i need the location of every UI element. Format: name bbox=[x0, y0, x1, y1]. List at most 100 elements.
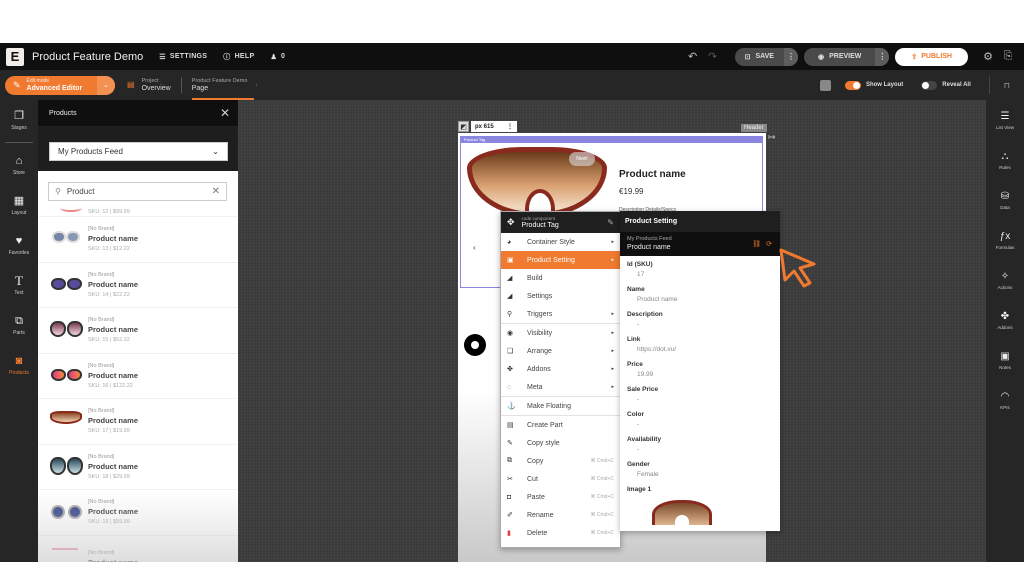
menu-item-triggers[interactable]: ⚲ Triggers ▸ bbox=[501, 305, 620, 323]
product-name: Product name bbox=[88, 325, 139, 335]
export-icon[interactable]: ⎘ bbox=[998, 50, 1018, 63]
resize-icon[interactable]: ◩ bbox=[458, 121, 469, 132]
rail-item-store[interactable]: ⌂ Store bbox=[0, 145, 38, 185]
account-settings-icon[interactable]: ⚙ bbox=[978, 50, 998, 63]
field-key: Sale Price bbox=[627, 386, 659, 393]
rail-item-text[interactable]: T Text bbox=[0, 265, 38, 305]
menu-item-copy-style[interactable]: ✎ Copy style bbox=[501, 434, 620, 452]
preview-button[interactable]: ◉ PREVIEW bbox=[804, 48, 875, 66]
exit-icon[interactable]: ↦ bbox=[768, 132, 776, 143]
save-more-button[interactable]: ⋮ bbox=[783, 47, 798, 66]
pointer-cursor-icon bbox=[779, 248, 816, 288]
lock-icon[interactable]: ⊓ bbox=[1004, 81, 1010, 90]
menu-item-label: Copy bbox=[527, 457, 544, 465]
menu-item-paste[interactable]: ◘ Paste ⌘ Cmd+C bbox=[501, 488, 620, 506]
color-swatch[interactable] bbox=[819, 79, 831, 91]
refresh-icon[interactable]: ⟳ bbox=[766, 240, 772, 248]
product-thumbnail bbox=[48, 227, 84, 251]
help-button[interactable]: ⓘ HELP bbox=[223, 52, 254, 62]
breadcrumb-project[interactable]: ▤ Project Overview bbox=[127, 77, 171, 93]
rail-item-rules[interactable]: ⛬ Rules bbox=[986, 140, 1024, 180]
menu-item-settings[interactable]: ◢ Settings bbox=[501, 287, 620, 305]
rail-item-favorites[interactable]: ♥ Favorites bbox=[0, 225, 38, 265]
rail-item-parts[interactable]: ⧉ Parts bbox=[0, 305, 38, 345]
rail-item-formulas[interactable]: ƒx Formulas bbox=[986, 220, 1024, 260]
preview-more-button[interactable]: ⋮ bbox=[875, 47, 890, 66]
rail-item-kpis[interactable]: ◠ KPIs bbox=[986, 380, 1024, 420]
carousel-prev-icon[interactable]: ‹ bbox=[473, 243, 476, 252]
rail-label: Text bbox=[14, 289, 24, 296]
list-item-partial[interactable]: SKU: 12 | $99.99 bbox=[38, 208, 238, 217]
rail-item-layout[interactable]: ▦ Layout bbox=[0, 185, 38, 225]
product-sku: SKU: 12 | $99.99 bbox=[88, 209, 130, 215]
menu-item-copy[interactable]: ⧉ Copy ⌘ Cmd+C bbox=[501, 452, 620, 470]
rail-label: Layout bbox=[11, 209, 27, 216]
menu-item-product-setting[interactable]: ▣ Product Setting ▸ bbox=[501, 251, 620, 269]
anchor-icon: ⚓ bbox=[507, 403, 516, 410]
rail-item-actions[interactable]: ✧ Actions bbox=[986, 260, 1024, 300]
undo-icon[interactable]: ↶ bbox=[683, 50, 703, 63]
rail-label: List View bbox=[996, 124, 1014, 130]
edit-mode-selector[interactable]: ✎ Edit mode Advanced Editor ⌄ bbox=[5, 75, 115, 95]
notes-icon: ▣ bbox=[1000, 350, 1010, 362]
settings-button[interactable]: ☰ SETTINGS bbox=[159, 53, 207, 61]
link-icon[interactable]: ⛓ bbox=[752, 240, 761, 248]
menu-item-addons[interactable]: ✤ Addons ▸ bbox=[501, 360, 620, 378]
reveal-all-toggle[interactable] bbox=[921, 80, 938, 90]
menu-item-label: Create Part bbox=[527, 421, 563, 429]
trash-icon: ▮ bbox=[507, 530, 511, 537]
feed-dropdown[interactable]: My Products Feed ⌄ bbox=[49, 142, 228, 161]
breadcrumb-page[interactable]: Product Feature Demo Page bbox=[191, 70, 254, 100]
field-key: Id (SKU) bbox=[627, 261, 653, 268]
rail-item-stages[interactable]: ❐ Stages bbox=[0, 100, 38, 140]
list-item[interactable]: [No Brand] Product name SKU: 16 | $122.22 bbox=[38, 354, 238, 399]
pencil-icon[interactable]: ✎ bbox=[607, 218, 614, 227]
menu-item-meta[interactable]: ◌ Meta ▸ bbox=[501, 378, 620, 396]
menu-item-make-floating[interactable]: ⚓ Make Floating bbox=[501, 397, 620, 415]
menu-item-visibility[interactable]: ◉ Visibility ▸ bbox=[501, 324, 620, 342]
list-item[interactable]: [No Brand] Product name SKU: 14 | $22.22 bbox=[38, 263, 238, 308]
frame-width-control[interactable]: px 615 ⋮ bbox=[471, 121, 517, 132]
rail-item-products[interactable]: ◙ Products bbox=[0, 345, 38, 385]
menu-item-arrange[interactable]: ❏ Arrange ▸ bbox=[501, 342, 620, 360]
more-icon[interactable]: ⋮ bbox=[507, 123, 513, 130]
move-icon[interactable]: ✥ bbox=[507, 217, 515, 228]
breadcrumb-divider bbox=[180, 77, 182, 93]
product-source[interactable]: My Products Feed Product name ⛓ ⟳ bbox=[620, 232, 780, 256]
users-button[interactable]: ♟ 0 bbox=[270, 53, 285, 61]
list-fade bbox=[38, 492, 238, 562]
rail-item-addons[interactable]: ✤ Addons bbox=[986, 300, 1024, 340]
app-logo[interactable]: E bbox=[6, 47, 24, 66]
product-brand: [No Brand] bbox=[88, 408, 115, 415]
menu-item-delete[interactable]: ▮ Delete ⌘ Cmd+C bbox=[501, 524, 620, 542]
circle-element[interactable] bbox=[464, 334, 486, 356]
chevron-right-icon[interactable]: › bbox=[255, 82, 257, 89]
menu-item-create-part[interactable]: ▤ Create Part bbox=[501, 416, 620, 434]
save-button[interactable]: ⊡ SAVE bbox=[735, 48, 784, 66]
rail-item-data[interactable]: ⛁ Data bbox=[986, 180, 1024, 220]
menu-item-build[interactable]: ◢ Build bbox=[501, 269, 620, 287]
rail-label: KPIs bbox=[1000, 404, 1010, 410]
chevron-down-icon[interactable]: ⌄ bbox=[97, 75, 115, 95]
show-layout-toggle[interactable] bbox=[844, 80, 861, 90]
menu-item-rename[interactable]: ✐ Rename ⌘ Cmd+C bbox=[501, 506, 620, 524]
publish-button[interactable]: ⇪ PUBLISH bbox=[895, 47, 968, 66]
list-item[interactable]: [No Brand] Product name SKU: 13 | $12.22 bbox=[38, 217, 238, 263]
list-item[interactable]: [No Brand] Product name SKU: 18 | $29.99 bbox=[38, 445, 238, 490]
menu-item-label: Visibility bbox=[527, 329, 553, 337]
product-setting-panel: Product Setting My Products Feed Product… bbox=[620, 211, 780, 531]
product-brand: [No Brand] bbox=[88, 362, 115, 369]
list-item[interactable]: [No Brand] Product name SKU: 15 | $52.22 bbox=[38, 308, 238, 354]
menu-item-cut[interactable]: ✂ Cut ⌘ Cmd+C bbox=[501, 470, 620, 488]
close-icon[interactable]: ✕ bbox=[220, 106, 230, 120]
product-search-input[interactable]: ⚲ Product ✕ bbox=[48, 182, 227, 201]
menu-item-container-style[interactable]: ◕ Container Style ▸ bbox=[501, 233, 620, 251]
submenu-arrow-icon: ▸ bbox=[611, 239, 614, 245]
redo-icon[interactable]: ↷ bbox=[703, 50, 723, 63]
list-item[interactable]: [No Brand] Product name SKU: 17 | $19.99 bbox=[38, 399, 238, 445]
clear-search-icon[interactable]: ✕ bbox=[212, 186, 220, 197]
rail-item-list-view[interactable]: ☰ List View bbox=[986, 100, 1024, 140]
rail-item-notes[interactable]: ▣ Notes bbox=[986, 340, 1024, 380]
header-section-tag[interactable]: Header bbox=[741, 124, 767, 132]
component-label: Product Tag bbox=[461, 137, 762, 143]
